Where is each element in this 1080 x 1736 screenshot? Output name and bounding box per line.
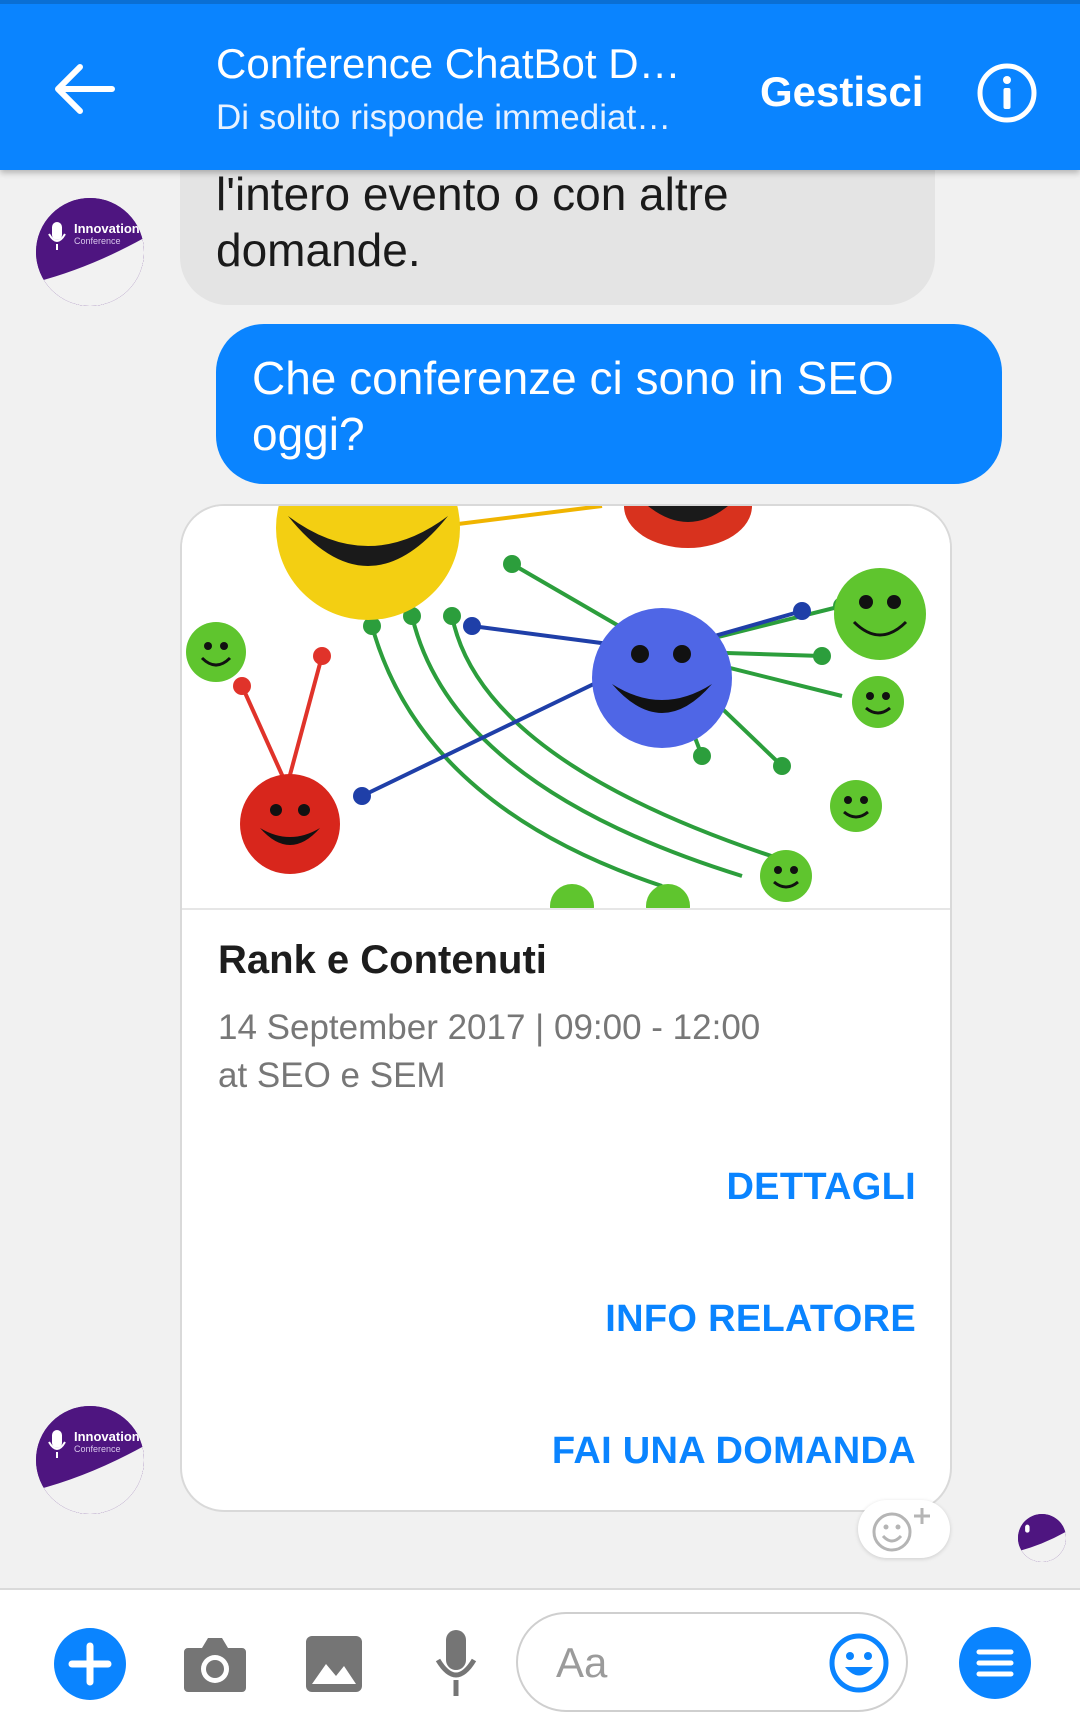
event-card: Rank e Contenuti 14 September 2017 | 09:…	[180, 504, 952, 1512]
avatar-brand-line1: Innovation	[74, 1429, 140, 1444]
details-button[interactable]: DETTAGLI	[726, 1166, 916, 1209]
card-location: at SEO e SEM	[218, 1056, 446, 1095]
incoming-message-line: domande.	[216, 224, 421, 276]
outgoing-message-line: Che conferenze ci sono in SEO	[252, 352, 894, 404]
back-arrow-icon[interactable]	[50, 54, 120, 124]
manage-button[interactable]: Gestisci	[760, 68, 923, 116]
bot-avatar[interactable]: Innovation Conference	[36, 198, 144, 306]
info-icon[interactable]	[976, 62, 1038, 124]
card-subtitle: 14 September 2017 | 09:00 - 12:00 at SEO…	[218, 1004, 918, 1100]
ask-question-button[interactable]: FAI UNA DOMANDA	[552, 1430, 916, 1473]
conversation-subtitle: Di solito risponde immediat…	[216, 98, 672, 137]
card-date: 14 September 2017 | 09:00 - 12:00	[218, 1008, 761, 1047]
read-receipt-avatar	[1018, 1514, 1066, 1562]
bot-avatar[interactable]: Innovation Conference	[36, 1406, 144, 1514]
avatar-brand-line2: Conference	[74, 1444, 121, 1454]
emoji-icon[interactable]	[828, 1632, 890, 1699]
microphone-icon[interactable]	[434, 1628, 478, 1705]
message-input[interactable]	[554, 1628, 798, 1698]
conversation-title-block[interactable]: Conference ChatBot De… Di solito rispond…	[216, 40, 696, 138]
plus-icon[interactable]	[54, 1628, 126, 1705]
outgoing-message-line: oggi?	[252, 408, 365, 460]
speaker-info-button[interactable]: INFO RELATORE	[605, 1298, 916, 1341]
incoming-message-line: l'intero evento o con altre	[216, 168, 729, 220]
camera-icon[interactable]	[182, 1634, 248, 1699]
avatar-brand-line1: Innovation	[74, 221, 140, 236]
avatar-brand-line2: Conference	[74, 236, 121, 246]
card-title: Rank e Contenuti	[218, 938, 547, 982]
smiley-icon	[872, 1512, 912, 1552]
message-composer	[0, 1588, 1080, 1736]
smiley-network-image[interactable]	[182, 506, 950, 928]
conversation-title: Conference ChatBot De…	[216, 40, 696, 87]
conversation-header: Conference ChatBot De… Di solito rispond…	[0, 0, 1080, 170]
outgoing-message-bubble: Che conferenze ci sono in SEO oggi?	[216, 324, 1002, 484]
image-icon[interactable]	[304, 1634, 364, 1699]
add-reaction-button[interactable]	[858, 1500, 950, 1558]
menu-icon[interactable]	[958, 1626, 1032, 1705]
message-input-container	[516, 1612, 908, 1712]
